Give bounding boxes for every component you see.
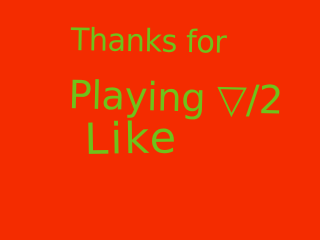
thanks-for-text: Thanks for <box>70 22 227 61</box>
like-text: Like <box>83 113 179 165</box>
game-stage: Thanks for Playing ▽/2 Like <box>0 0 280 210</box>
